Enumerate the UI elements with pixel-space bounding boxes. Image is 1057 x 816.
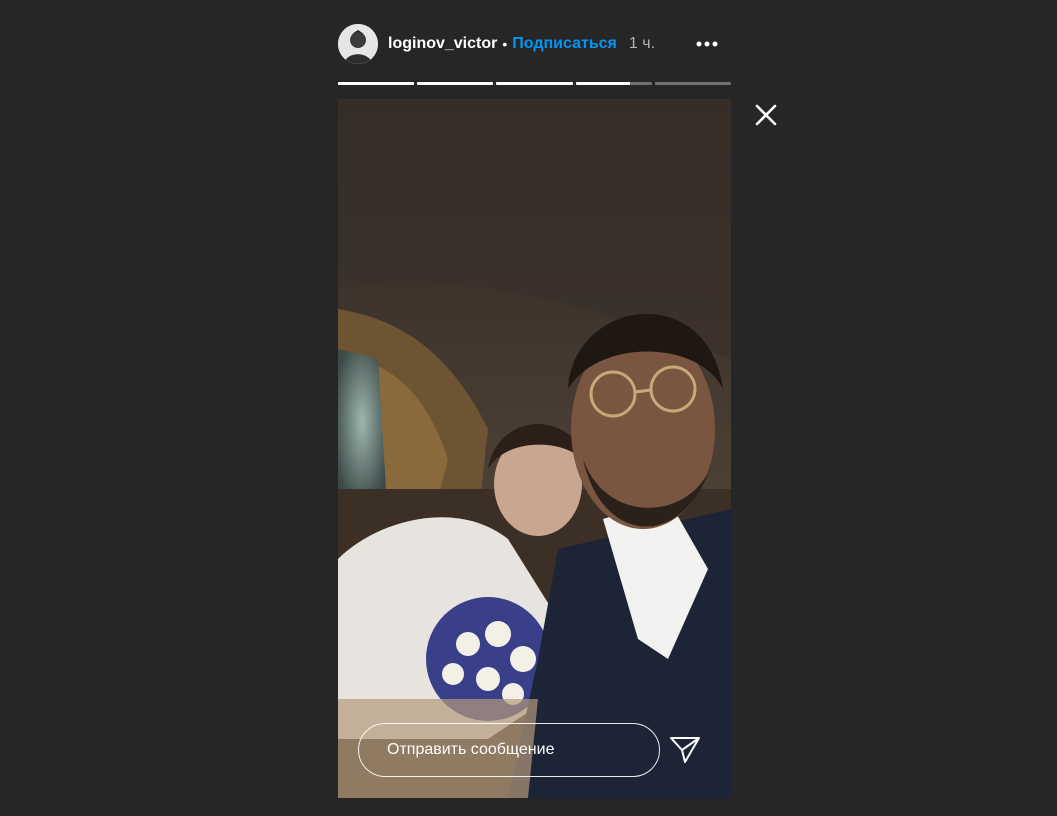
progress-segment bbox=[417, 82, 494, 85]
close-icon bbox=[755, 104, 777, 126]
send-button[interactable] bbox=[668, 734, 702, 766]
avatar[interactable] bbox=[338, 24, 378, 64]
reply-box bbox=[358, 723, 660, 777]
send-icon bbox=[670, 737, 700, 763]
more-options-button[interactable] bbox=[693, 32, 721, 56]
message-input[interactable] bbox=[385, 740, 649, 760]
progress-fill bbox=[338, 82, 415, 85]
follow-button[interactable]: Подписаться bbox=[512, 35, 617, 53]
story-photo-illustration bbox=[338, 99, 731, 798]
story-progress bbox=[338, 82, 732, 85]
story-header: loginov_victor • Подписаться 1 ч. bbox=[338, 22, 731, 66]
progress-segment bbox=[338, 82, 415, 85]
progress-fill bbox=[496, 82, 573, 85]
progress-segment bbox=[575, 82, 652, 85]
more-options-icon bbox=[696, 41, 718, 47]
progress-fill bbox=[575, 82, 631, 85]
progress-segment bbox=[496, 82, 573, 85]
progress-fill bbox=[417, 82, 494, 85]
timestamp: 1 ч. bbox=[628, 35, 656, 52]
avatar-icon bbox=[338, 24, 378, 64]
story-viewer: loginov_victor • Подписаться 1 ч. bbox=[0, 0, 1057, 816]
progress-segment bbox=[654, 82, 732, 85]
username-link[interactable]: loginov_victor bbox=[388, 35, 497, 53]
story-photo[interactable] bbox=[338, 99, 731, 798]
separator-dot: • bbox=[502, 36, 508, 52]
close-button[interactable] bbox=[752, 101, 780, 129]
